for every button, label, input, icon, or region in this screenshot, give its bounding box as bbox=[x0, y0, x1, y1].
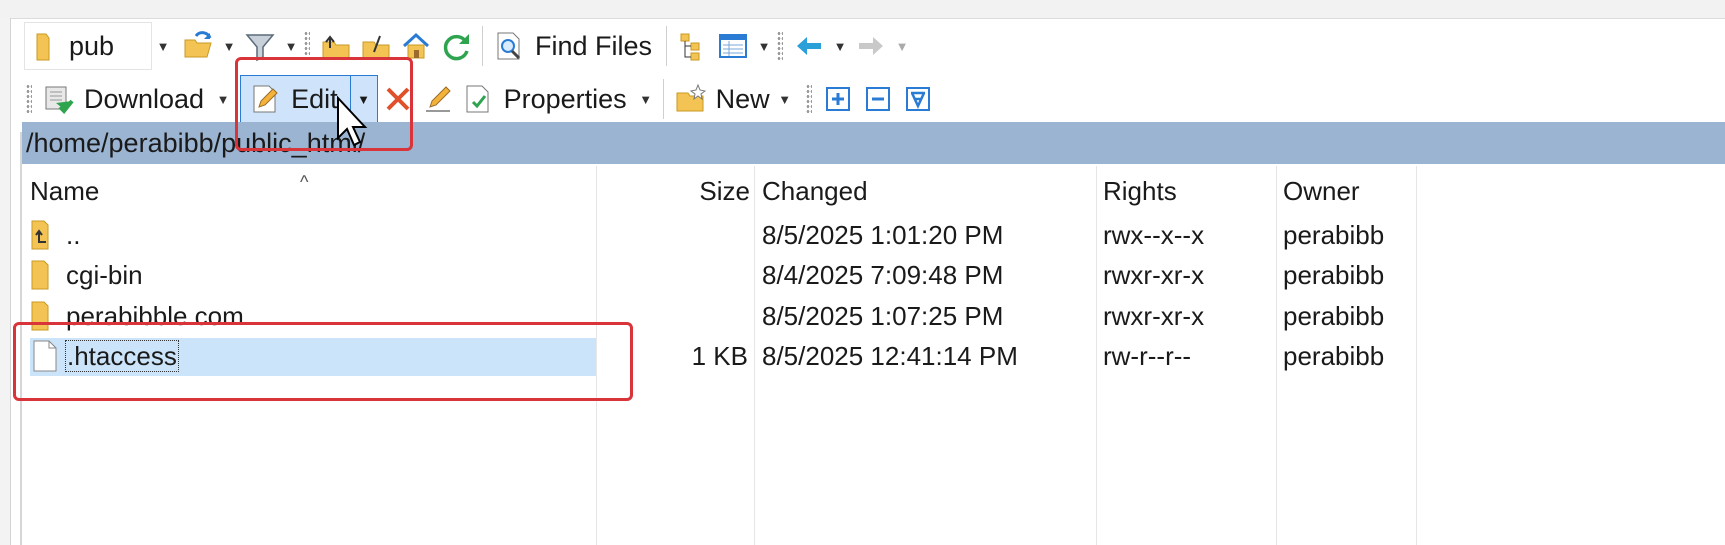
file-row[interactable]: cgi-bin 8/4/2025 7:09:48 PM rwxr-xr-x pe… bbox=[28, 255, 1588, 295]
sort-ascending-icon: ^ bbox=[300, 172, 309, 192]
toolbar-grip[interactable] bbox=[805, 84, 812, 114]
refresh-icon bbox=[440, 30, 472, 62]
unselect-files-button[interactable] bbox=[858, 76, 898, 122]
select-all-button[interactable] bbox=[898, 76, 938, 122]
toolbar-bottom: Download ▼ Edit ▼ Properties ▼ New ▼ bbox=[24, 73, 938, 125]
file-name: cgi-bin bbox=[66, 260, 143, 290]
filter-dropdown-chevron-down-icon[interactable]: ▼ bbox=[280, 39, 302, 54]
file-owner: perabibb bbox=[1283, 301, 1385, 331]
new-folder-icon bbox=[674, 83, 706, 115]
back-dropdown-chevron-down-icon[interactable]: ▼ bbox=[829, 39, 851, 54]
file-changed: 8/5/2025 1:07:25 PM bbox=[762, 301, 1004, 331]
new-dropdown-chevron-down-icon[interactable]: ▼ bbox=[778, 92, 792, 107]
mouse-pointer-icon bbox=[336, 95, 368, 152]
window-top-strip bbox=[0, 0, 1725, 19]
file-size bbox=[600, 215, 748, 255]
properties-icon bbox=[462, 83, 494, 115]
toolbar-separator bbox=[662, 79, 664, 119]
minus-square-icon bbox=[862, 83, 894, 115]
drive-dropdown-chevron-down-icon[interactable]: ▼ bbox=[152, 39, 174, 54]
folder-icon bbox=[30, 259, 56, 299]
column-header-rights-label: Rights bbox=[1103, 175, 1177, 206]
properties-dropdown-chevron-down-icon[interactable]: ▼ bbox=[635, 92, 657, 107]
properties-button[interactable]: Properties bbox=[458, 76, 635, 122]
download-label: Download bbox=[84, 83, 205, 114]
parent-folder-icon bbox=[30, 219, 56, 259]
drive-label: pub bbox=[69, 30, 113, 61]
download-button[interactable]: Download bbox=[38, 76, 212, 122]
refresh-button[interactable] bbox=[436, 23, 476, 69]
column-header-name-label: Name bbox=[30, 175, 100, 206]
toolbar-grip[interactable] bbox=[777, 31, 784, 61]
file-row[interactable]: .. 8/5/2025 1:01:20 PM rwx--x--x perabib… bbox=[28, 215, 1588, 255]
properties-label: Properties bbox=[503, 83, 627, 114]
open-directory-button[interactable] bbox=[178, 23, 218, 69]
file-owner: perabibb bbox=[1283, 260, 1385, 290]
find-files-label: Find Files bbox=[535, 30, 653, 61]
plus-square-icon bbox=[822, 83, 854, 115]
open-folder-refresh-icon bbox=[182, 30, 214, 62]
download-dropdown-chevron-down-icon[interactable]: ▼ bbox=[212, 92, 234, 107]
htaccess-highlight-box bbox=[13, 322, 633, 401]
toolbar-separator bbox=[482, 26, 483, 66]
file-changed: 8/5/2025 12:41:14 PM bbox=[762, 341, 1018, 371]
column-header-changed[interactable]: Changed bbox=[762, 170, 868, 212]
forward-button[interactable] bbox=[851, 23, 891, 69]
rename-button[interactable] bbox=[418, 76, 458, 122]
toolbar-grip[interactable] bbox=[26, 84, 32, 114]
column-header-name[interactable]: Name bbox=[30, 170, 99, 212]
left-panel-edge bbox=[0, 18, 11, 545]
column-header-size-label: Size bbox=[699, 175, 750, 206]
file-owner: perabibb bbox=[1283, 220, 1385, 250]
back-arrow-icon bbox=[793, 30, 825, 62]
new-button[interactable]: New bbox=[670, 76, 778, 122]
folder-icon bbox=[31, 30, 63, 62]
forward-dropdown-chevron-down-icon[interactable]: ▼ bbox=[891, 39, 913, 54]
back-button[interactable] bbox=[789, 23, 829, 69]
select-files-button[interactable] bbox=[818, 76, 858, 122]
view-mode-button[interactable] bbox=[713, 23, 753, 69]
open-directory-dropdown-chevron-down-icon[interactable]: ▼ bbox=[218, 39, 240, 54]
drive-selector[interactable]: pub bbox=[24, 22, 152, 70]
new-label: New bbox=[715, 83, 770, 114]
toolbar-top: pub ▼ ▼ ▼ Find Files ▼ ▼ ▼ bbox=[24, 20, 913, 72]
file-rights: rw-r--r-- bbox=[1103, 341, 1192, 371]
column-header-owner-label: Owner bbox=[1283, 175, 1360, 206]
toolbar-separator bbox=[666, 26, 668, 66]
file-rights: rwxr-xr-x bbox=[1103, 301, 1205, 331]
view-mode-dropdown-chevron-down-icon[interactable]: ▼ bbox=[753, 39, 775, 54]
file-changed: 8/4/2025 7:09:48 PM bbox=[762, 260, 1004, 290]
column-header-size[interactable]: Size bbox=[600, 170, 750, 212]
find-files-button[interactable]: Find Files bbox=[489, 23, 660, 69]
tree-view-button[interactable] bbox=[673, 23, 713, 69]
column-header-rights[interactable]: Rights bbox=[1103, 170, 1177, 212]
file-owner: perabibb bbox=[1283, 341, 1385, 371]
find-files-icon bbox=[493, 30, 525, 62]
file-changed: 8/5/2025 1:01:20 PM bbox=[762, 220, 1004, 250]
details-view-icon bbox=[717, 30, 749, 62]
column-header-changed-label: Changed bbox=[762, 175, 868, 206]
column-header-owner[interactable]: Owner bbox=[1283, 170, 1360, 212]
file-rights: rwxr-xr-x bbox=[1103, 260, 1205, 290]
select-all-icon bbox=[902, 83, 934, 115]
edit-highlight-box bbox=[235, 57, 413, 151]
tree-view-icon bbox=[677, 30, 709, 62]
forward-arrow-icon bbox=[855, 30, 887, 62]
download-icon bbox=[42, 83, 74, 115]
file-name: .. bbox=[66, 220, 81, 250]
rename-pencil-icon bbox=[422, 83, 454, 115]
file-size bbox=[600, 255, 748, 295]
file-rights: rwx--x--x bbox=[1103, 220, 1205, 250]
